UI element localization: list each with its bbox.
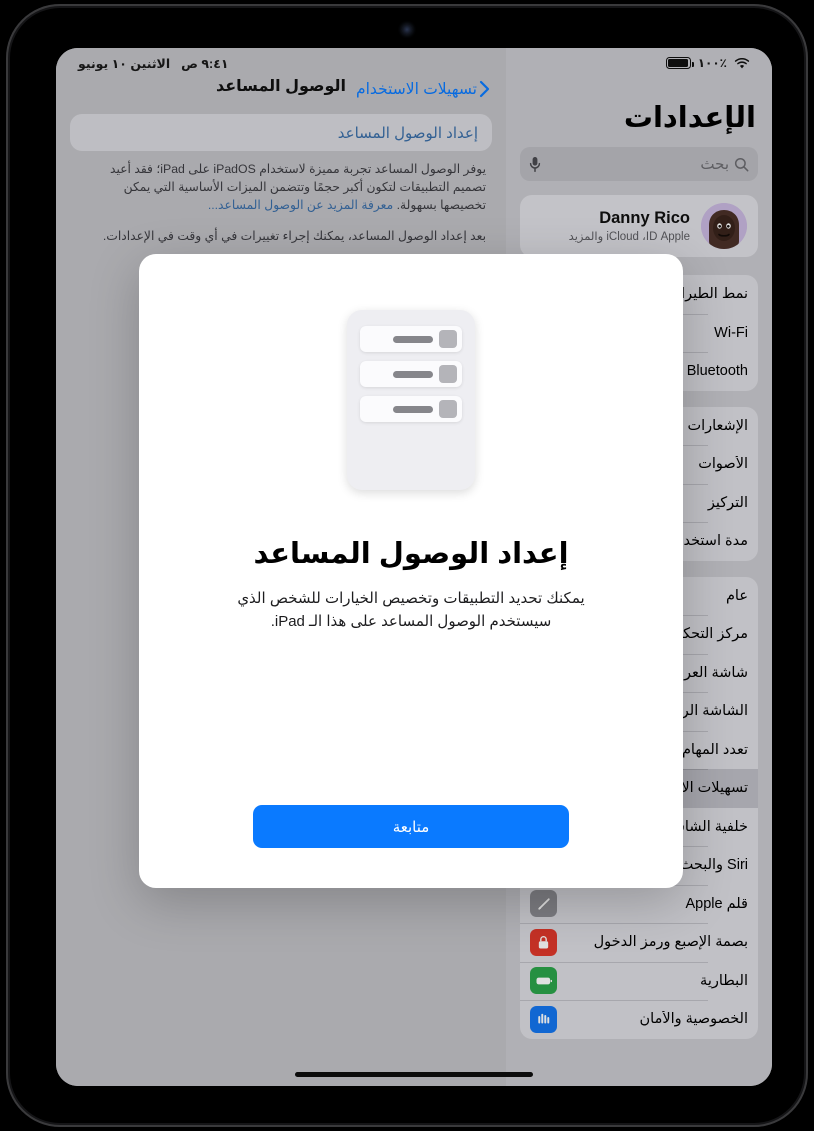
home-indicator[interactable]: [295, 1072, 533, 1077]
front-camera-icon: [401, 24, 413, 35]
illustration-square: [439, 330, 457, 348]
illustration-bar: [393, 335, 433, 343]
illustration-row: [360, 396, 462, 422]
illustration-square: [439, 400, 457, 418]
ipad-screen: ١٠٠٪ ٩:٤١ ص الاثنين ١٠ يونيو تسهيلات الا…: [56, 48, 772, 1086]
assistive-access-setup-dialog: إعداد الوصول المساعد يمكنك تحديد التطبيق…: [139, 254, 683, 888]
illustration-square: [439, 365, 457, 383]
modal-overlay: إعداد الوصول المساعد يمكنك تحديد التطبيق…: [56, 48, 772, 1086]
illustration-row: [360, 361, 462, 387]
dialog-body-text: يمكنك تحديد التطبيقات وتخصيص الخيارات لل…: [237, 590, 585, 631]
illustration-row: [360, 326, 462, 352]
illustration-bar: [393, 370, 433, 378]
illustration-device: [347, 310, 475, 490]
ipad-device-frame: ١٠٠٪ ٩:٤١ ص الاثنين ١٠ يونيو تسهيلات الا…: [6, 4, 808, 1127]
continue-button[interactable]: متابعة: [253, 805, 569, 848]
assistive-access-device-illustration: [347, 310, 475, 490]
dialog-title: إعداد الوصول المساعد: [253, 538, 569, 570]
illustration-bar: [393, 405, 433, 413]
